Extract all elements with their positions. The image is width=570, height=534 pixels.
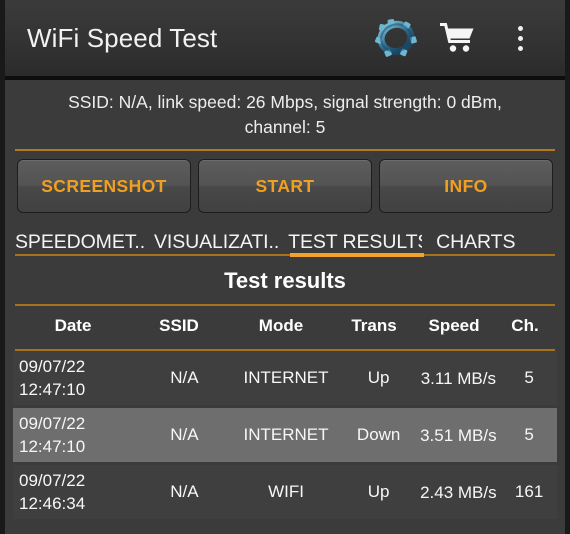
cell-ssid: N/A	[170, 482, 199, 501]
overflow-menu-icon-button[interactable]	[489, 8, 551, 68]
app-window: WiFi Speed Test SSID: N/A, link speed: 2…	[0, 0, 570, 534]
cell-speed: 3.11 MB/s	[420, 368, 496, 388]
shopping-cart-icon	[440, 23, 474, 52]
cell-speed: 3.51 MB/s	[420, 425, 497, 445]
cell-date-time: 12:47:10	[19, 437, 86, 456]
column-header-speed: Speed	[428, 316, 480, 335]
cell-date: 09/07/22 12:47:10	[13, 355, 139, 401]
tab-underline	[15, 254, 555, 256]
column-header-mode: Mode	[258, 316, 304, 335]
cell-trans: Up	[367, 482, 390, 501]
cell-date-time: 12:47:10	[19, 380, 86, 399]
column-header-ch: Ch.	[511, 316, 539, 335]
screenshot-button[interactable]: SCREENSHOT	[17, 159, 191, 213]
cell-mode: INTERNET	[243, 425, 329, 444]
column-header-ssid: SSID	[159, 316, 199, 335]
cell-date: 09/07/22 12:46:34	[13, 469, 139, 515]
cell-date-day: 09/07/22	[19, 471, 86, 490]
cell-ch: 5	[524, 368, 534, 387]
tab-bar: SPEEDOMET.. VISUALIZATI.. TEST RESULTS C…	[5, 223, 565, 259]
cell-ch: 161	[514, 482, 544, 501]
cell-date: 09/07/22 12:47:10	[13, 412, 139, 458]
status-line-2: channel: 5	[244, 117, 326, 137]
cell-ch: 5	[524, 425, 534, 444]
cell-mode: WIFI	[268, 482, 304, 501]
page-title: WiFi Speed Test	[27, 22, 218, 53]
titlebar-actions	[365, 8, 565, 68]
gear-ring-icon-button[interactable]	[365, 8, 427, 68]
connection-status: SSID: N/A, link speed: 26 Mbps, signal s…	[5, 80, 565, 146]
column-header-date: Date	[54, 316, 92, 335]
table-row[interactable]: 09/07/22 12:47:10 N/A INTERNET Down 3.51 MB/s…	[13, 408, 557, 462]
bottom-spacer	[5, 522, 565, 534]
cell-ssid: N/A	[170, 425, 199, 444]
table-row[interactable]: 09/07/22 12:47:10 N/A INTERNET Up 3.11 MB/s 5	[13, 351, 557, 405]
gear-ring-icon	[374, 18, 417, 57]
status-line-1: SSID: N/A, link speed: 26 Mbps, signal s…	[68, 92, 502, 112]
table-header-row: Date SSID Mode Trans Speed Ch.	[5, 306, 565, 346]
cell-ssid: N/A	[170, 368, 199, 387]
cell-mode: INTERNET	[243, 368, 329, 387]
shopping-cart-icon-button[interactable]	[427, 8, 489, 68]
cell-trans: Up	[367, 368, 390, 387]
info-button[interactable]: INFO	[379, 159, 553, 213]
table-body: 09/07/22 12:47:10 N/A INTERNET Up 3.11 MB/s 5 0…	[5, 351, 565, 519]
cell-trans: Down	[356, 425, 401, 444]
cell-date-day: 09/07/22	[19, 414, 86, 433]
section-title: Test results	[224, 268, 346, 293]
table-row[interactable]: 09/07/22 12:46:34 N/A WIFI Up 2.43 MB/s 161	[13, 465, 557, 519]
column-header-trans: Trans	[351, 316, 397, 335]
cell-date-day: 09/07/22	[19, 357, 86, 376]
title-bar: WiFi Speed Test	[5, 0, 565, 80]
cell-speed: 2.43 MB/s	[420, 482, 497, 502]
action-button-row: SCREENSHOT START INFO	[5, 151, 565, 223]
cell-date-time: 12:46:34	[19, 494, 86, 513]
overflow-menu-icon	[517, 25, 523, 51]
start-button[interactable]: START	[198, 159, 372, 213]
tab-active-indicator	[290, 253, 424, 257]
